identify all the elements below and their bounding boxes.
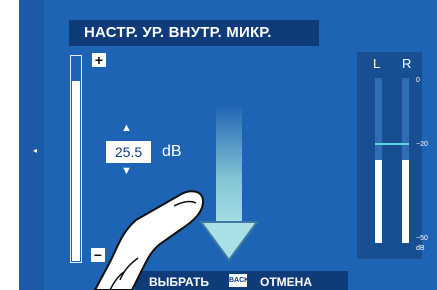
mic-level-screen: ◂ НАСТР. УР. ВНУТР. МИКР. + − ▲ 25.5 dB … (0, 0, 437, 290)
arrow-down-icon (199, 104, 259, 262)
gesture-overlay (93, 104, 259, 290)
hand-swipe-down-icon (93, 190, 205, 290)
